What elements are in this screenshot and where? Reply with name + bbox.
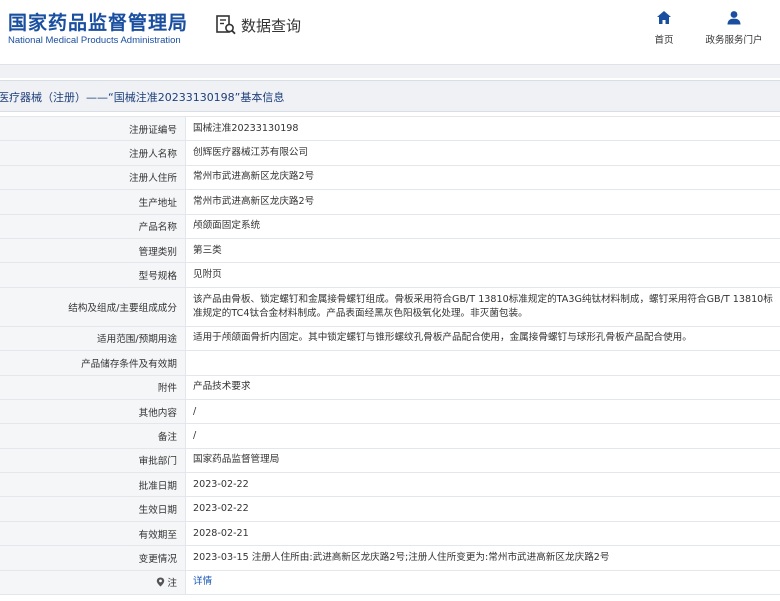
- row-value: 常州市武进高新区龙庆路2号: [193, 171, 315, 183]
- nav-gov-portal-link[interactable]: 政务服务门户: [700, 10, 768, 46]
- row-value: 2023-02-22: [193, 478, 249, 490]
- table-row: 型号规格 见附页: [0, 263, 780, 288]
- table-row: 生效日期 2023-02-22: [0, 497, 780, 522]
- row-value: 产品技术要求: [193, 381, 251, 393]
- row-label: 有效期至: [0, 521, 186, 546]
- search-document-icon: [216, 15, 236, 35]
- nav-gov-label: 政务服务门户: [705, 35, 763, 46]
- details-link[interactable]: 详情: [186, 571, 780, 594]
- table-row: 有效期至 2028-02-21: [0, 521, 780, 547]
- data-query-label: 数据查询: [241, 16, 302, 35]
- breadcrumb-bar: 医疗器械（注册）——“国械注准20233130198”基本信息: [0, 80, 780, 112]
- row-label: 适用范围/预期用途: [0, 326, 186, 351]
- row-label: 型号规格: [0, 263, 186, 287]
- home-icon: [657, 11, 671, 24]
- row-value: 国械注准20233130198: [193, 122, 299, 134]
- row-value: 该产品由骨板、锁定螺钉和金属接骨螺钉组成。骨板采用符合GB/T 13810标准规…: [193, 293, 773, 319]
- nav-home-link[interactable]: 首页: [646, 10, 682, 46]
- table-row: 适用范围/预期用途 适用于颅颌面骨折内固定。其中锁定螺钉与锥形螺纹孔骨板产品配合…: [0, 326, 780, 352]
- data-query-title: 数据查询: [215, 14, 301, 36]
- table-row: 注册人住所 常州市武进高新区龙庆路2号: [0, 165, 780, 191]
- site-logo-cn[interactable]: 国家药品监督管理局: [8, 8, 188, 35]
- nav-home-label: 首页: [654, 35, 674, 46]
- row-value: 适用于颅颌面骨折内固定。其中锁定螺钉与锥形螺纹孔骨板产品配合使用，金属接骨螺钉与…: [193, 332, 692, 344]
- row-label: 生产地址: [0, 190, 186, 214]
- table-row: 生产地址 常州市武进高新区龙庆路2号: [0, 190, 780, 215]
- row-label: 注册人住所: [0, 165, 186, 190]
- user-icon: [727, 11, 741, 25]
- row-label: 注册证编号: [0, 117, 186, 141]
- row-value: 颅颌面固定系统: [193, 220, 261, 232]
- table-row: 产品储存条件及有效期: [0, 351, 780, 376]
- table-row: 结构及组成/主要组成成分 该产品由骨板、锁定螺钉和金属接骨螺钉组成。骨板采用符合…: [0, 287, 780, 327]
- row-value: [186, 351, 780, 374]
- table-row: 注册证编号 国械注准20233130198: [0, 117, 780, 142]
- table-row: 批准日期 2023-02-22: [0, 473, 780, 498]
- row-value: 2023-02-22: [193, 503, 249, 515]
- table-row: 产品名称 颅颌面固定系统: [0, 214, 780, 239]
- site-header: 国家药品监督管理局 National Medical Products Admi…: [0, 0, 780, 62]
- row-value: 第三类: [193, 244, 222, 256]
- row-value: 常州市武进高新区龙庆路2号: [193, 195, 315, 207]
- table-row: 管理类别 第三类: [0, 238, 780, 264]
- site-logo-en[interactable]: National Medical Products Administration: [8, 35, 181, 46]
- row-value: /: [193, 429, 197, 441]
- table-row: 附件 产品技术要求: [0, 375, 780, 400]
- row-label-note: 注: [0, 570, 186, 595]
- location-pin-icon: [157, 577, 165, 587]
- table-row: 注 详情: [0, 570, 780, 596]
- breadcrumb: 医疗器械（注册）——“国械注准20233130198”基本信息: [0, 91, 285, 104]
- table-row: 审批部门 国家药品监督管理局: [0, 448, 780, 474]
- row-label: 产品名称: [0, 214, 186, 238]
- row-label: 产品储存条件及有效期: [0, 351, 186, 375]
- row-label: 变更情况: [0, 546, 186, 570]
- table-row: 备注 /: [0, 424, 780, 449]
- detail-table: 注册证编号 国械注准20233130198 注册人名称 创辉医疗器械江苏有限公司…: [0, 116, 780, 596]
- row-value: 创辉医疗器械江苏有限公司: [193, 147, 309, 159]
- row-value: 国家药品监督管理局: [193, 454, 280, 466]
- row-label: 结构及组成/主要组成成分: [0, 287, 186, 326]
- table-row: 其他内容 /: [0, 399, 780, 425]
- row-label: 其他内容: [0, 399, 186, 424]
- row-value: 2023-03-15 注册人住所由:武进高新区龙庆路2号;注册人住所变更为:常州…: [193, 551, 610, 563]
- row-value: 见附页: [193, 269, 222, 281]
- row-value: 2028-02-21: [193, 527, 249, 539]
- table-row: 变更情况 2023-03-15 注册人住所由:武进高新区龙庆路2号;注册人住所变…: [0, 546, 780, 571]
- row-label: 注册人名称: [0, 141, 186, 165]
- note-label: 注: [167, 578, 177, 590]
- header-divider: [0, 64, 780, 78]
- row-label: 管理类别: [0, 238, 186, 263]
- row-value: /: [193, 405, 197, 417]
- row-label: 批准日期: [0, 473, 186, 497]
- row-label: 附件: [0, 375, 186, 399]
- row-label: 备注: [0, 424, 186, 448]
- table-row: 注册人名称 创辉医疗器械江苏有限公司: [0, 141, 780, 166]
- row-label: 审批部门: [0, 448, 186, 473]
- row-label: 生效日期: [0, 497, 186, 521]
